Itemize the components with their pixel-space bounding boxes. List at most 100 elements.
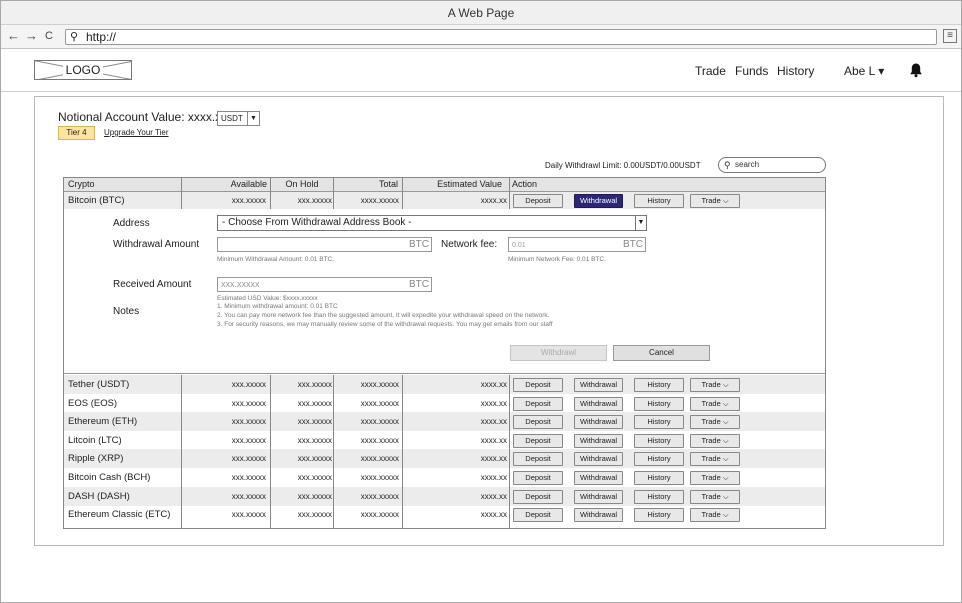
crypto-table: Crypto Available On Hold Total Estimated… xyxy=(63,177,826,529)
amount-hint: Minimum Withdrawal Amount: 0.01 BTC. xyxy=(217,256,335,263)
history-button[interactable]: History xyxy=(634,452,684,466)
available-value: xxx.xxxxx xyxy=(231,436,266,445)
column-divider xyxy=(333,375,334,528)
on-hold-value: xxx.xxxxx xyxy=(297,454,332,463)
withdrawal-amount-input[interactable]: BTC xyxy=(217,237,432,252)
withdrawal-button[interactable]: Withdrawal xyxy=(574,508,623,522)
forward-icon[interactable]: → xyxy=(25,27,38,45)
column-divider xyxy=(181,375,182,528)
chevron-down-icon: ▼ xyxy=(247,112,259,125)
network-fee-input[interactable]: 0.01 BTC xyxy=(508,237,646,252)
available-value: xxx.xxxxx xyxy=(231,454,266,463)
nav-history[interactable]: History xyxy=(777,64,814,78)
received-unit: BTC xyxy=(409,279,429,290)
estimated-value: xxxx.xx xyxy=(480,492,507,501)
table-row[interactable]: Ripple (XRP) xxx.xxxxx xxx.xxxxx xxxx.xxxxx… xyxy=(64,449,825,468)
deposit-button[interactable]: Deposit xyxy=(513,434,563,448)
deposit-button[interactable]: Deposit xyxy=(513,508,563,522)
network-fee-value: 0.01 xyxy=(512,242,526,249)
trade-button[interactable]: Trade ⌵ xyxy=(690,508,740,522)
deposit-button[interactable]: Deposit xyxy=(513,378,563,392)
address-placeholder: - Choose From Withdrawal Address Book - xyxy=(222,217,412,228)
reload-icon[interactable]: C xyxy=(45,27,53,45)
search-input[interactable]: ⚲ search xyxy=(718,157,826,173)
back-icon[interactable]: ← xyxy=(7,27,20,45)
trade-button[interactable]: Trade ⌵ xyxy=(690,378,740,392)
search-icon: ⚲ xyxy=(70,31,79,43)
estimated-value: xxxx.xx xyxy=(480,454,507,463)
notional-account-value: Notional Account Value: xxxx.xx xyxy=(58,110,228,124)
withdrawal-submit-button[interactable]: Withdrawl xyxy=(510,345,607,361)
available-value: xxx.xxxxx xyxy=(231,510,266,519)
history-button[interactable]: History xyxy=(634,397,684,411)
url-bar[interactable]: ⚲ http:// xyxy=(65,29,937,45)
fee-unit: BTC xyxy=(623,239,643,250)
table-row[interactable]: Tether (USDT) xxx.xxxxx xxx.xxxxx xxxx.xxxx… xyxy=(64,375,825,394)
on-hold-value: xxx.xxxxx xyxy=(297,510,332,519)
history-button[interactable]: History xyxy=(634,378,684,392)
deposit-button[interactable]: Deposit xyxy=(513,452,563,466)
column-divider xyxy=(270,375,271,528)
search-placeholder: search xyxy=(735,160,760,169)
bell-icon[interactable] xyxy=(909,62,923,78)
table-row[interactable]: Ethereum Classic (ETC) xxx.xxxxx xxx.xxxxx… xyxy=(64,505,825,524)
trade-button[interactable]: Trade ⌵ xyxy=(690,397,740,411)
table-row[interactable]: Bitcoin Cash (BCH) xxx.xxxxx xxx.xxxxx xxxx… xyxy=(64,468,825,487)
table-row[interactable]: EOS (EOS) xxx.xxxxx xxx.xxxxx xxxx.xxxxx xxx… xyxy=(64,394,825,413)
crypto-name: Tether (USDT) xyxy=(68,379,130,390)
table-row-btc[interactable]: Bitcoin (BTC) xxx.xxxxx xxx.xxxxx xxxx.x… xyxy=(64,192,825,209)
upgrade-tier-link[interactable]: Upgrade Your Tier xyxy=(104,128,169,137)
total-value: xxxx.xxxxx xyxy=(360,399,399,408)
withdrawal-amount-label: Withdrawal Amount xyxy=(113,239,200,250)
hamburger-menu-icon[interactable]: ≡ xyxy=(943,29,957,43)
withdrawal-button[interactable]: Withdrawal xyxy=(574,397,623,411)
nav-funds[interactable]: Funds xyxy=(735,64,768,78)
cancel-button[interactable]: Cancel xyxy=(613,345,710,361)
trade-button[interactable]: Trade ⌵ xyxy=(690,194,740,208)
deposit-button[interactable]: Deposit xyxy=(513,490,563,504)
withdrawal-button[interactable]: Withdrawal xyxy=(574,490,623,504)
currency-select[interactable]: USDT ▼ xyxy=(217,111,260,126)
daily-withdraw-limit: Daily Withdrawl Limit: 0.00USDT/0.00USDT xyxy=(545,161,701,170)
history-button[interactable]: History xyxy=(634,434,684,448)
search-icon: ⚲ xyxy=(724,160,731,170)
address-dropdown[interactable]: - Choose From Withdrawal Address Book - … xyxy=(217,215,647,231)
history-button[interactable]: History xyxy=(634,508,684,522)
trade-button[interactable]: Trade ⌵ xyxy=(690,415,740,429)
fee-hint: Minimum Network Fee: 0.01 BTC. xyxy=(508,256,606,263)
table-row[interactable]: Ethereum (ETH) xxx.xxxxx xxx.xxxxx xxxx.xxx… xyxy=(64,412,825,431)
withdrawal-button-active[interactable]: Withdrawal xyxy=(574,194,623,208)
total-value: xxxx.xxxxx xyxy=(360,436,399,445)
table-row[interactable]: DASH (DASH) xxx.xxxxx xxx.xxxxx xxxx.xxxxx x… xyxy=(64,487,825,506)
note-1: 1. Minimum withdrawal amount: 0.01 BTC xyxy=(217,303,338,310)
history-button[interactable]: History xyxy=(634,194,684,208)
total-value: xxxx.xxxxx xyxy=(360,380,399,389)
trade-button[interactable]: Trade ⌵ xyxy=(690,471,740,485)
notes-label: Notes xyxy=(113,306,140,317)
user-menu[interactable]: Abe L ▾ xyxy=(844,64,884,78)
nav-trade[interactable]: Trade xyxy=(695,64,726,78)
history-button[interactable]: History xyxy=(634,490,684,504)
deposit-button[interactable]: Deposit xyxy=(513,471,563,485)
logo[interactable]: LOGO xyxy=(34,60,132,80)
estimated-value: xxxx.xx xyxy=(480,436,507,445)
deposit-button[interactable]: Deposit xyxy=(513,397,563,411)
trade-button[interactable]: Trade ⌵ xyxy=(690,490,740,504)
withdrawal-button[interactable]: Withdrawal xyxy=(574,378,623,392)
estimated-value: xxxx.xx xyxy=(480,399,507,408)
crypto-name: Ethereum Classic (ETC) xyxy=(68,509,171,520)
history-button[interactable]: History xyxy=(634,471,684,485)
on-hold-value: xxx.xxxxx xyxy=(297,380,332,389)
deposit-button[interactable]: Deposit xyxy=(513,415,563,429)
trade-button[interactable]: Trade ⌵ xyxy=(690,452,740,466)
history-button[interactable]: History xyxy=(634,415,684,429)
on-hold-value: xxx.xxxxx xyxy=(297,399,332,408)
trade-button[interactable]: Trade ⌵ xyxy=(690,434,740,448)
table-row[interactable]: Litcoin (LTC) xxx.xxxxx xxx.xxxxx xxxx.xxxx… xyxy=(64,431,825,450)
withdrawal-button[interactable]: Withdrawal xyxy=(574,415,623,429)
deposit-button[interactable]: Deposit xyxy=(513,194,563,208)
withdrawal-button[interactable]: Withdrawal xyxy=(574,434,623,448)
withdrawal-button[interactable]: Withdrawal xyxy=(574,452,623,466)
estimated-value: xxxx.xx xyxy=(480,380,507,389)
withdrawal-button[interactable]: Withdrawal xyxy=(574,471,623,485)
